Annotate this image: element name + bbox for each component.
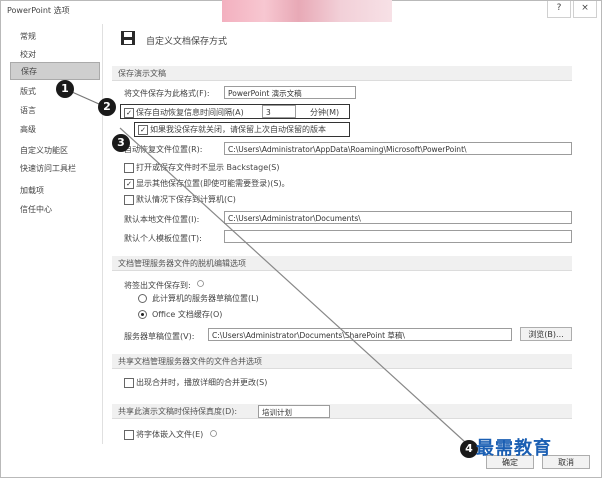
- watermark: 最需教育: [476, 438, 552, 459]
- annotation-arrows: [71, 91, 477, 453]
- step-badge-1: 1: [56, 80, 74, 98]
- step-badge-3: 3: [112, 134, 130, 152]
- arrow-step4: [119, 127, 477, 453]
- step-badge-2: 2: [98, 98, 116, 116]
